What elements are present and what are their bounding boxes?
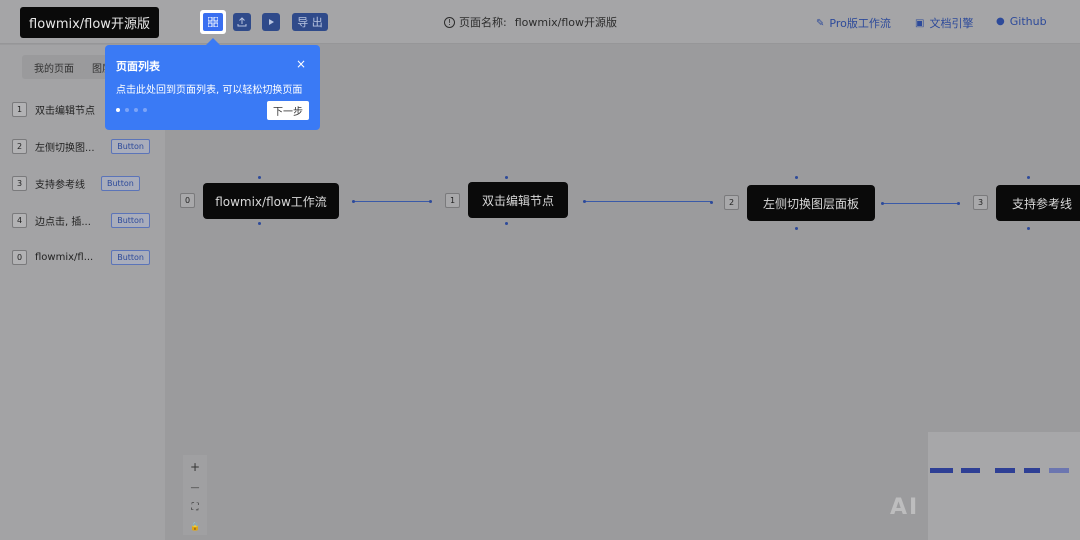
- item-label: 双击编辑节点: [35, 105, 95, 117]
- sidebar-item[interactable]: 2 左侧切换图... Button: [12, 136, 162, 156]
- page-name-label: 页面名称:: [459, 16, 507, 29]
- watermark: AI: [890, 495, 920, 520]
- item-button[interactable]: Button: [111, 249, 150, 265]
- port[interactable]: [1027, 176, 1030, 179]
- doc-icon: ▣: [915, 17, 925, 29]
- close-icon[interactable]: ×: [296, 57, 306, 71]
- port[interactable]: [429, 200, 432, 203]
- page-name: ! 页面名称: flowmix/flow开源版: [444, 14, 617, 30]
- github-icon: ●: [996, 16, 1005, 27]
- header: flowmix/flow开源版 导 出 ! 页面名称: flowmix/flow…: [0, 0, 1080, 44]
- github-link[interactable]: ● Github: [996, 15, 1047, 28]
- item-number: 2: [12, 138, 27, 154]
- port[interactable]: [795, 176, 798, 179]
- item-number: 1: [12, 101, 27, 117]
- tooltip-body: 点击此处回到页面列表, 可以轻松切换页面: [116, 85, 303, 96]
- port[interactable]: [258, 176, 261, 179]
- tab-my-pages[interactable]: 我的页面: [34, 60, 74, 75]
- node-number: 2: [724, 195, 739, 210]
- step-dot: [116, 108, 120, 112]
- zoom-controls: + — ⛶ 🔒: [183, 455, 207, 535]
- page-list-button[interactable]: [200, 10, 226, 34]
- minimap-node: [930, 468, 953, 473]
- step-dot: [125, 108, 129, 112]
- item-number: 3: [12, 175, 27, 191]
- port[interactable]: [352, 200, 355, 203]
- lock-icon[interactable]: 🔒: [190, 522, 200, 531]
- port[interactable]: [258, 222, 261, 225]
- sidebar-item[interactable]: 0 flowmix/fl... Button: [12, 247, 162, 267]
- flow-node[interactable]: flowmix/flow工作流: [203, 183, 339, 219]
- upload-button[interactable]: [233, 13, 251, 31]
- edge[interactable]: [353, 201, 431, 202]
- item-number: 0: [12, 249, 27, 265]
- minimap-node: [995, 468, 1015, 473]
- fit-view-icon[interactable]: ⛶: [192, 502, 199, 513]
- item-button[interactable]: Button: [101, 175, 140, 191]
- brush-icon: ✎: [816, 17, 825, 29]
- flow-node[interactable]: 支持参考线: [996, 185, 1080, 221]
- zoom-out-icon[interactable]: —: [191, 483, 200, 493]
- step-dot: [134, 108, 138, 112]
- port[interactable]: [583, 200, 586, 203]
- port[interactable]: [710, 201, 713, 204]
- minimap-node: [961, 468, 980, 473]
- port[interactable]: [957, 202, 960, 205]
- minimap-node: [1024, 468, 1040, 473]
- upload-icon: [237, 17, 247, 27]
- port[interactable]: [881, 202, 884, 205]
- zoom-in-icon[interactable]: +: [190, 460, 200, 474]
- pro-workflow-link[interactable]: ✎ Pro版工作流: [816, 15, 891, 31]
- doc-engine-label: 文档引擎: [929, 17, 974, 30]
- export-button[interactable]: 导 出: [292, 13, 328, 31]
- step-dot: [143, 108, 147, 112]
- tooltip-title: 页面列表: [116, 60, 160, 73]
- minimap-node: [1049, 468, 1069, 473]
- play-button[interactable]: [262, 13, 280, 31]
- item-label: flowmix/fl...: [35, 251, 94, 263]
- info-icon: !: [444, 16, 455, 28]
- pro-workflow-label: Pro版工作流: [829, 17, 891, 30]
- flow-node[interactable]: 双击编辑节点: [468, 182, 568, 218]
- github-label: Github: [1009, 15, 1047, 28]
- edge[interactable]: [882, 203, 958, 204]
- doc-engine-link[interactable]: ▣ 文档引擎: [915, 15, 973, 31]
- grid-icon: [203, 13, 223, 31]
- next-step-button[interactable]: 下一步: [267, 101, 309, 120]
- port[interactable]: [505, 176, 508, 179]
- item-label: 支持参考线: [35, 179, 85, 191]
- edge[interactable]: [584, 201, 712, 202]
- app-logo[interactable]: flowmix/flow开源版: [20, 7, 159, 38]
- node-number: 1: [445, 193, 460, 208]
- item-button[interactable]: Button: [111, 212, 150, 228]
- node-number: 0: [180, 193, 195, 208]
- node-number: 3: [973, 195, 988, 210]
- port[interactable]: [505, 222, 508, 225]
- sidebar-item[interactable]: 4 边点击, 插... Button: [12, 210, 162, 230]
- item-button[interactable]: Button: [111, 138, 150, 154]
- item-label: 左侧切换图...: [35, 142, 95, 154]
- port[interactable]: [795, 227, 798, 230]
- flow-node[interactable]: 左侧切换图层面板: [747, 185, 875, 221]
- port[interactable]: [1027, 227, 1030, 230]
- page-name-value: flowmix/flow开源版: [514, 16, 618, 29]
- tooltip-arrow: [206, 38, 220, 45]
- item-label: 边点击, 插...: [35, 216, 91, 228]
- play-icon: [269, 19, 274, 25]
- step-indicator: [116, 108, 147, 112]
- onboarding-tooltip: 页面列表 × 点击此处回到页面列表, 可以轻松切换页面 下一步: [105, 45, 320, 130]
- item-number: 4: [12, 212, 27, 228]
- minimap[interactable]: [928, 432, 1080, 540]
- sidebar-item[interactable]: 3 支持参考线 Button: [12, 173, 162, 193]
